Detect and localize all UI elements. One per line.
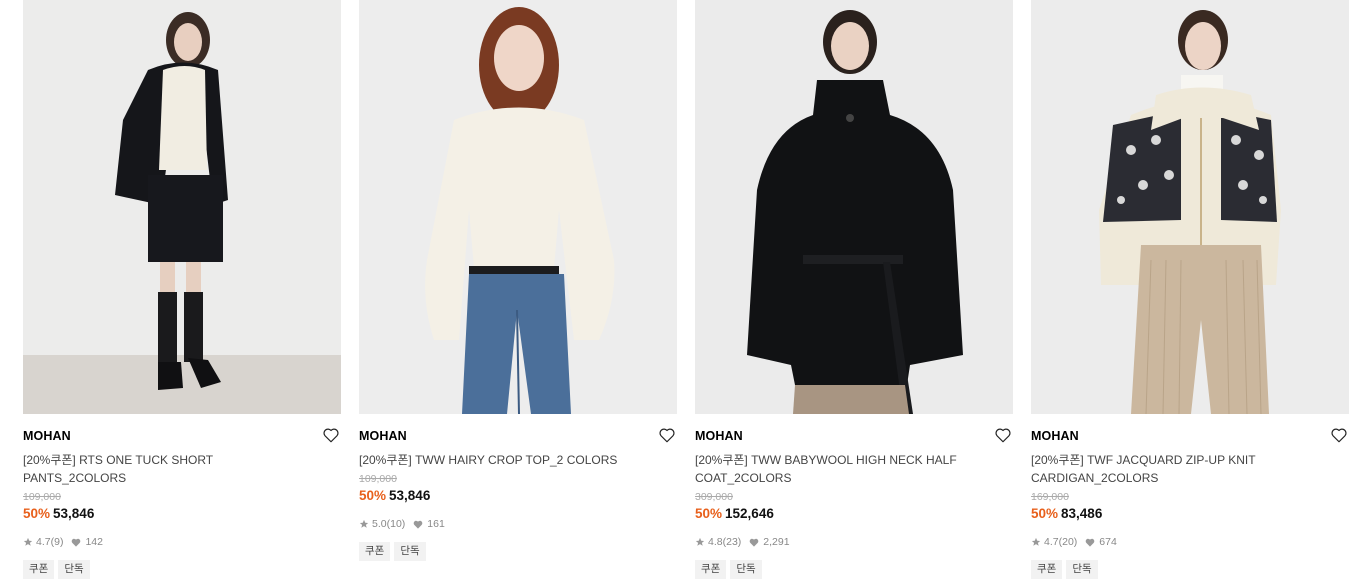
discount-rate: 50%	[23, 506, 51, 521]
heart-filled-icon	[413, 520, 423, 529]
sale-price: 53,846	[53, 506, 95, 521]
review-meta: 4.8 (23) 2,291	[695, 535, 1013, 549]
exclusive-badge: 단독	[730, 560, 762, 579]
price-row: 50% 53,846	[23, 505, 341, 523]
star-icon	[695, 537, 705, 546]
discount-rate: 50%	[695, 506, 723, 521]
brand-name[interactable]: MOHAN	[1031, 429, 1349, 444]
review-meta: 4.7 (20) 674	[1031, 535, 1349, 549]
star-icon	[1031, 537, 1041, 546]
product-name[interactable]: [20%쿠폰] TWW BABYWOOL HIGH NECK HALF COAT…	[695, 451, 985, 487]
review-count: (10)	[386, 518, 406, 530]
discount-rate: 50%	[359, 488, 387, 503]
product-card[interactable]: MOHAN [20%쿠폰] TWW HAIRY CROP TOP_2 COLOR…	[359, 0, 677, 561]
brand-name[interactable]: MOHAN	[23, 429, 341, 444]
original-price: 169,000	[1031, 491, 1069, 503]
badges: 쿠폰 단독	[1031, 560, 1349, 579]
price-row: 50% 53,846	[359, 487, 677, 505]
product-name[interactable]: [20%쿠폰] RTS ONE TUCK SHORT PANTS_2COLORS	[23, 451, 313, 487]
rating: 4.8	[708, 536, 723, 548]
like-count: 2,291	[763, 536, 790, 548]
coupon-badge: 쿠폰	[23, 560, 55, 579]
heart-outline-icon[interactable]	[1330, 426, 1348, 444]
product-name[interactable]: [20%쿠폰] TWW HAIRY CROP TOP_2 COLORS	[359, 451, 649, 469]
exclusive-badge: 단독	[1066, 560, 1098, 579]
review-meta: 5.0 (10) 161	[359, 517, 677, 531]
heart-filled-icon	[72, 538, 81, 547]
exclusive-badge: 단독	[58, 560, 90, 579]
star-icon	[23, 537, 33, 546]
price-row: 50% 83,486	[1031, 505, 1349, 523]
product-card[interactable]: MOHAN [20%쿠폰] TWF JACQUARD ZIP-UP KNIT C…	[1031, 0, 1349, 579]
heart-filled-icon	[749, 538, 759, 547]
price-row: 50% 152,646	[695, 505, 1013, 523]
rating: 5.0	[372, 518, 387, 530]
product-image[interactable]	[695, 0, 1013, 414]
product-image[interactable]	[359, 0, 677, 414]
exclusive-badge: 단독	[394, 542, 426, 561]
brand-name[interactable]: MOHAN	[359, 429, 677, 444]
product-grid: MOHAN [20%쿠폰] RTS ONE TUCK SHORT PANTS_2…	[0, 0, 1356, 580]
product-card[interactable]: MOHAN [20%쿠폰] RTS ONE TUCK SHORT PANTS_2…	[23, 0, 341, 579]
heart-outline-icon[interactable]	[322, 426, 340, 444]
like-count: 161	[427, 518, 445, 530]
sale-price: 53,846	[389, 488, 431, 503]
product-image[interactable]	[23, 0, 341, 414]
rating: 4.7	[1044, 536, 1059, 548]
star-icon	[359, 519, 369, 528]
coupon-badge: 쿠폰	[695, 560, 727, 579]
sale-price: 83,486	[1061, 506, 1103, 521]
original-price: 109,000	[359, 473, 397, 485]
badges: 쿠폰 단독	[695, 560, 1013, 579]
product-card[interactable]: MOHAN [20%쿠폰] TWW BABYWOOL HIGH NECK HAL…	[695, 0, 1013, 579]
coupon-badge: 쿠폰	[1031, 560, 1063, 579]
heart-filled-icon	[1085, 538, 1095, 547]
original-price: 309,000	[695, 491, 733, 503]
sale-price: 152,646	[725, 506, 774, 521]
review-count: (20)	[1058, 536, 1078, 548]
badges: 쿠폰 단독	[23, 560, 341, 579]
rating: 4.7	[36, 536, 51, 548]
discount-rate: 50%	[1031, 506, 1059, 521]
heart-outline-icon[interactable]	[994, 426, 1012, 444]
like-count: 142	[85, 536, 103, 548]
original-price: 109,000	[23, 491, 61, 503]
review-count: (9)	[50, 536, 64, 548]
coupon-badge: 쿠폰	[359, 542, 391, 561]
brand-name[interactable]: MOHAN	[695, 429, 1013, 444]
like-count: 674	[1099, 536, 1117, 548]
product-name[interactable]: [20%쿠폰] TWF JACQUARD ZIP-UP KNIT CARDIGA…	[1031, 451, 1321, 487]
badges: 쿠폰 단독	[359, 542, 677, 561]
heart-outline-icon[interactable]	[658, 426, 676, 444]
review-meta: 4.7 (9) 142	[23, 535, 341, 549]
review-count: (23)	[722, 536, 742, 548]
product-image[interactable]	[1031, 0, 1349, 414]
